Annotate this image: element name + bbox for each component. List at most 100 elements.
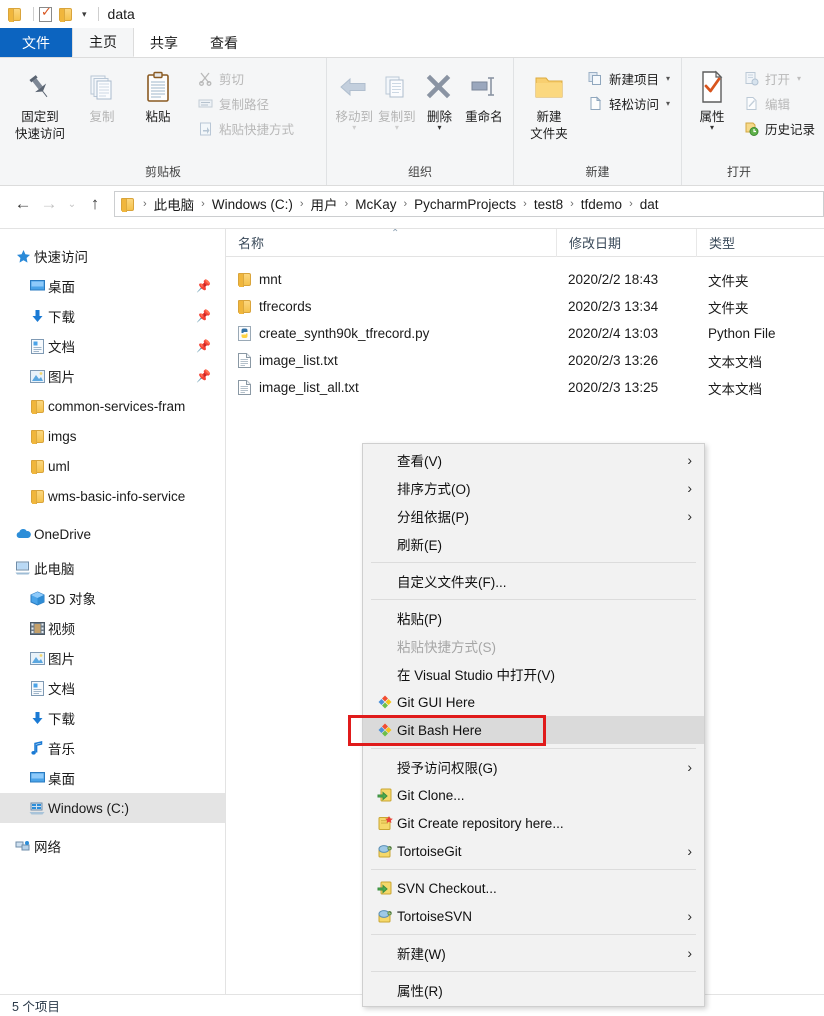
sidebar-item-uml[interactable]: uml (0, 451, 225, 481)
sidebar-item-documents-pc[interactable]: 文档 (0, 673, 225, 703)
up-button[interactable]: ↑ (82, 191, 108, 217)
sidebar-item-desktop[interactable]: 桌面 📌 (0, 271, 225, 301)
new-folder-icon[interactable] (59, 4, 77, 24)
table-row[interactable]: image_list.txt 2020/2/3 13:26 文本文档 (226, 347, 824, 374)
pin-icon[interactable]: 📌 (196, 369, 211, 383)
rename-button[interactable]: 重命名 (461, 62, 507, 125)
sidebar-item-documents[interactable]: 文档 📌 (0, 331, 225, 361)
menu-item-git-create-repository[interactable]: Git Create repository here... (363, 809, 704, 837)
column-header-date[interactable]: 修改日期 (556, 229, 696, 257)
menu-item-sort-by[interactable]: 排序方式(O) › (363, 474, 704, 502)
sidebar-item-common-services-fram[interactable]: common-services-fram (0, 391, 225, 421)
new-item-button[interactable]: 新建项目 ▾ (584, 67, 673, 89)
breadcrumb-item-this-pc[interactable]: 此电脑 (154, 194, 195, 214)
breadcrumb-item-mckay[interactable]: McKay (355, 197, 396, 212)
breadcrumb-item-pycharmprojects[interactable]: PycharmProjects (414, 197, 516, 212)
open-button[interactable]: 打开 ▾ (740, 67, 818, 89)
paste-button[interactable]: 粘贴 (130, 62, 186, 125)
chevron-down-icon[interactable]: ▾ (395, 124, 399, 132)
chevron-down-icon[interactable]: ▾ (666, 74, 670, 83)
tab-home[interactable]: 主页 (72, 28, 134, 57)
easy-access-button[interactable]: 轻松访问 ▾ (584, 92, 673, 114)
recent-locations-button[interactable]: ⌄ (62, 191, 82, 217)
menu-item-tortoisegit[interactable]: TortoiseGit › (363, 837, 704, 865)
pin-icon[interactable]: 📌 (196, 339, 211, 353)
sidebar-item-imgs[interactable]: imgs (0, 421, 225, 451)
tab-view[interactable]: 查看 (194, 28, 254, 57)
chevron-down-icon[interactable]: ▾ (352, 124, 356, 132)
properties-check-icon[interactable] (39, 4, 57, 24)
menu-item-tortoisesvn[interactable]: TortoiseSVN › (363, 902, 704, 930)
menu-item-git-bash-here[interactable]: Git Bash Here (363, 716, 704, 744)
menu-label: 自定义文件夹(F)... (397, 575, 507, 590)
tab-share[interactable]: 共享 (134, 28, 194, 57)
sidebar-item-videos[interactable]: 视频 (0, 613, 225, 643)
menu-item-new[interactable]: 新建(W) › (363, 939, 704, 967)
breadcrumb-item-tfdemo[interactable]: tfdemo (581, 197, 622, 212)
context-menu[interactable]: 查看(V) › 排序方式(O) › 分组依据(P) › 刷新(E) 自定义文件夹… (362, 443, 705, 1007)
menu-item-properties[interactable]: 属性(R) (363, 976, 704, 1004)
delete-button[interactable]: 删除 ▾ (418, 62, 461, 132)
chevron-right-icon: › (687, 480, 692, 496)
table-row[interactable]: create_synth90k_tfrecord.py 2020/2/4 13:… (226, 320, 824, 347)
menu-item-view[interactable]: 查看(V) › (363, 446, 704, 474)
history-button[interactable]: 历史记录 (740, 117, 818, 139)
sidebar-item-desktop-pc[interactable]: 桌面 (0, 763, 225, 793)
quick-access-folder-icon[interactable] (8, 4, 26, 24)
menu-item-open-in-visual-studio[interactable]: 在 Visual Studio 中打开(V) (363, 660, 704, 688)
sidebar-item-wms-basic-info-service[interactable]: wms-basic-info-service (0, 481, 225, 511)
sidebar-item-windows-c[interactable]: Windows (C:) (0, 793, 225, 823)
copy-button[interactable]: 复制 (74, 62, 130, 125)
sidebar-item-quick-access[interactable]: 快速访问 (0, 241, 225, 271)
title-bar: ▾ data (0, 0, 824, 28)
menu-item-paste[interactable]: 粘贴(P) (363, 604, 704, 632)
navigation-pane[interactable]: 快速访问 桌面 📌 下载 📌 文档 📌 图片 📌 common-services… (0, 229, 226, 994)
move-to-button[interactable]: 移动到 ▾ (333, 62, 376, 132)
sidebar-item-pictures[interactable]: 图片 📌 (0, 361, 225, 391)
sidebar-item-pictures-pc[interactable]: 图片 (0, 643, 225, 673)
forward-button[interactable]: → (36, 191, 62, 217)
back-button[interactable]: ← (10, 191, 36, 217)
properties-button[interactable]: 属性 ▾ (688, 62, 736, 132)
sidebar-item-downloads-pc[interactable]: 下载 (0, 703, 225, 733)
new-item-label: 新建项目 (609, 72, 660, 87)
sidebar-item-downloads[interactable]: 下载 📌 (0, 301, 225, 331)
breadcrumb-item-test8[interactable]: test8 (534, 197, 563, 212)
new-folder-button[interactable]: 新建 文件夹 (520, 62, 578, 142)
menu-item-customize-folder[interactable]: 自定义文件夹(F)... (363, 567, 704, 595)
pin-icon[interactable]: 📌 (196, 309, 211, 323)
edit-button[interactable]: 编辑 (740, 92, 818, 114)
paste-shortcut-button[interactable]: 粘贴快捷方式 (194, 117, 297, 139)
sidebar-item-music[interactable]: 音乐 (0, 733, 225, 763)
table-row[interactable]: mnt 2020/2/2 18:43 文件夹 (226, 266, 824, 293)
chevron-down-icon[interactable]: ▾ (82, 9, 87, 20)
sidebar-item-this-pc[interactable]: 此电脑 (0, 553, 225, 583)
pin-to-quick-access-button[interactable]: 固定到 快速访问 (6, 62, 74, 142)
column-header-name[interactable]: ⌃ 名称 (226, 229, 556, 257)
copy-path-button[interactable]: 复制路径 (194, 92, 297, 114)
copy-to-button[interactable]: 复制到 ▾ (376, 62, 419, 132)
menu-item-git-gui-here[interactable]: Git GUI Here (363, 688, 704, 716)
menu-item-group-by[interactable]: 分组依据(P) › (363, 502, 704, 530)
cut-button[interactable]: 剪切 (194, 67, 297, 89)
breadcrumb-item-users[interactable]: 用户 (311, 194, 338, 214)
sidebar-item-onedrive[interactable]: OneDrive (0, 519, 225, 549)
menu-item-git-clone[interactable]: Git Clone... (363, 781, 704, 809)
chevron-down-icon[interactable]: ▾ (797, 74, 801, 83)
chevron-down-icon[interactable]: ▾ (666, 99, 670, 108)
table-row[interactable]: tfrecords 2020/2/3 13:34 文件夹 (226, 293, 824, 320)
menu-item-svn-checkout[interactable]: SVN Checkout... (363, 874, 704, 902)
menu-item-grant-access[interactable]: 授予访问权限(G) › (363, 753, 704, 781)
pin-icon[interactable]: 📌 (196, 279, 211, 293)
chevron-down-icon[interactable]: ▾ (437, 124, 441, 132)
breadcrumb-item-data[interactable]: dat (640, 197, 659, 212)
column-header-type[interactable]: 类型 (696, 229, 810, 257)
address-field[interactable]: › 此电脑 › Windows (C:) › 用户 › McKay › Pych… (114, 191, 824, 217)
sidebar-item-3d-objects[interactable]: 3D 对象 (0, 583, 225, 613)
breadcrumb-item-windows-c[interactable]: Windows (C:) (212, 197, 293, 212)
sidebar-item-network[interactable]: 网络 (0, 831, 225, 861)
table-row[interactable]: image_list_all.txt 2020/2/3 13:25 文本文档 (226, 374, 824, 401)
chevron-down-icon[interactable]: ▾ (710, 124, 714, 132)
menu-item-refresh[interactable]: 刷新(E) (363, 530, 704, 558)
tab-file[interactable]: 文件 (0, 28, 72, 57)
